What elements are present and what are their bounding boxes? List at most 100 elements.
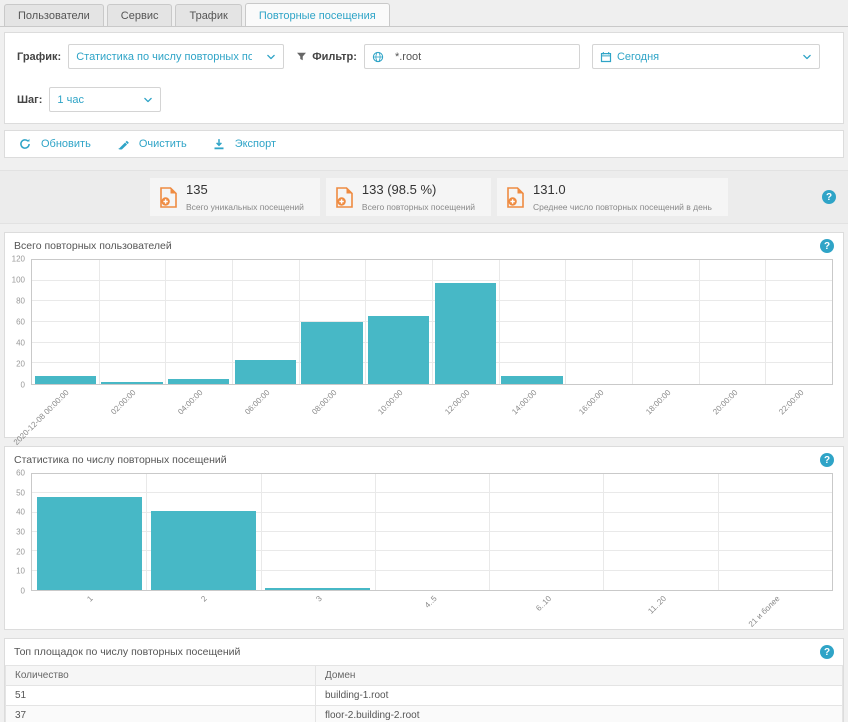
table-title: Топ площадок по числу повторных посещени…	[14, 646, 240, 658]
x-axis-label: 16:00:00	[577, 388, 605, 416]
kpi-label: Среднее число повторных посещений в день	[533, 202, 712, 212]
x-axis-label: 20:00:00	[711, 388, 739, 416]
tab-repeat-visits[interactable]: Повторные посещения	[245, 3, 390, 26]
kpi-card: 133 (98.5 %) Всего повторных посещений	[326, 178, 491, 216]
bar-3[interactable]	[235, 360, 296, 384]
y-axis-tick: 100	[12, 276, 25, 285]
x-axis-label: 21 и более	[747, 594, 782, 629]
y-axis-tick: 80	[16, 297, 25, 306]
clear-label: Очистить	[139, 138, 187, 150]
y-axis-tick: 20	[16, 360, 25, 369]
table-cell: 37	[6, 706, 316, 722]
filter-label: Фильтр:	[312, 51, 357, 63]
x-axis-label: 08:00:00	[310, 388, 338, 416]
y-axis-tick: 30	[16, 528, 25, 537]
x-axis-label: 04:00:00	[176, 388, 204, 416]
date-range-value: Сегодня	[617, 51, 659, 63]
help-icon[interactable]: ?	[820, 645, 834, 659]
help-icon[interactable]: ?	[820, 239, 834, 253]
download-icon	[213, 138, 225, 150]
table-cell: 51	[6, 686, 316, 706]
table-header-cell: Домен	[316, 666, 843, 686]
kpi-cards: 135 Всего уникальных посещений 133 (98.5 %…	[150, 178, 728, 216]
kpi-strip: 135 Всего уникальных посещений 133 (98.5 %…	[0, 170, 848, 224]
file-plus-icon	[336, 187, 353, 208]
bar-7[interactable]	[501, 376, 562, 384]
bar-0[interactable]	[35, 376, 96, 384]
filter-input[interactable]	[395, 51, 572, 63]
step-select-value: 1 час	[57, 94, 84, 106]
y-axis-tick: 40	[16, 339, 25, 348]
kpi-label: Всего уникальных посещений	[186, 202, 304, 212]
bar-1[interactable]	[101, 382, 162, 384]
bar-0[interactable]	[37, 497, 142, 590]
x-axis-label: 12:00:00	[443, 388, 471, 416]
x-axis-label: 14:00:00	[510, 388, 538, 416]
chart-panel-repeat-users: Всего повторных пользователей ? 02040608…	[4, 232, 844, 438]
x-axis-label: 2	[200, 594, 210, 604]
tab-users[interactable]: Пользователи	[4, 4, 104, 26]
x-axis-label: 22:00:00	[778, 388, 806, 416]
y-axis-tick: 50	[16, 488, 25, 497]
y-axis: 020406080100120	[7, 259, 28, 385]
y-axis-tick: 60	[16, 318, 25, 327]
date-range-select[interactable]: Сегодня	[592, 44, 820, 69]
file-plus-icon	[160, 187, 177, 208]
graph-type-select[interactable]: Статистика по числу повторных посещений	[68, 44, 284, 69]
chart-panel-repeat-visit-stats: Статистика по числу повторных посещений …	[4, 446, 844, 630]
refresh-label: Обновить	[41, 138, 91, 150]
filter-funnel-icon	[296, 51, 307, 62]
x-axis: 2020-12-08 00:00:0002:00:0004:00:0006:00…	[31, 385, 833, 435]
step-select[interactable]: 1 час	[49, 87, 161, 112]
help-icon[interactable]: ?	[820, 453, 834, 467]
chevron-down-icon	[143, 95, 153, 105]
x-axis-label: 6..10	[534, 594, 553, 613]
x-axis-label: 10:00:00	[377, 388, 405, 416]
bar-5[interactable]	[368, 316, 429, 384]
top-domains-table: КоличествоДомен 51building-1.root37floor…	[5, 665, 843, 722]
x-axis-label: 2020-12-08 00:00:00	[12, 388, 71, 447]
bar-chart: 0102030405060 1234..56..1011..2021 и бол…	[7, 473, 833, 627]
clear-button[interactable]: Очистить	[117, 138, 187, 150]
table-header-cell: Количество	[6, 666, 316, 686]
x-axis-label: 11..20	[646, 594, 668, 616]
top-domains-panel: Топ площадок по числу повторных посещени…	[4, 638, 844, 722]
export-label: Экспорт	[235, 138, 276, 150]
tab-traffic[interactable]: Трафик	[175, 4, 241, 26]
plot-area	[31, 473, 833, 591]
tab-service[interactable]: Сервис	[107, 4, 173, 26]
refresh-button[interactable]: Обновить	[19, 138, 91, 150]
y-axis-tick: 40	[16, 508, 25, 517]
x-axis-label: 02:00:00	[109, 388, 137, 416]
bar-2[interactable]	[168, 379, 229, 384]
kpi-value: 133 (98.5 %)	[362, 182, 475, 197]
y-axis-tick: 60	[16, 469, 25, 478]
y-axis-tick: 120	[12, 255, 25, 264]
x-axis-label: 4..5	[423, 594, 439, 610]
table-row: 37floor-2.building-2.root	[6, 706, 843, 722]
kpi-value: 135	[186, 182, 304, 197]
bar-chart: 020406080100120 2020-12-08 00:00:0002:00…	[7, 259, 833, 435]
graph-label: График:	[17, 51, 61, 63]
bar-4[interactable]	[301, 322, 362, 384]
kpi-card: 131.0 Среднее число повторных посещений в…	[497, 178, 728, 216]
kpi-value: 131.0	[533, 182, 712, 197]
help-icon[interactable]: ?	[822, 190, 836, 204]
tab-bar: ПользователиСервисТрафикПовторные посеще…	[0, 0, 848, 27]
x-axis-label: 06:00:00	[243, 388, 271, 416]
bar-6[interactable]	[435, 283, 496, 384]
table-header-row: КоличествоДомен	[6, 666, 843, 686]
x-axis-label: 18:00:00	[644, 388, 672, 416]
x-axis-label: 3	[314, 594, 324, 604]
actions-bar: Обновить Очистить Экспорт	[4, 130, 844, 158]
chart-title: Статистика по числу повторных посещений	[14, 454, 227, 466]
x-axis-label: 1	[85, 594, 95, 604]
bar-1[interactable]	[151, 511, 256, 590]
export-button[interactable]: Экспорт	[213, 138, 276, 150]
chart-title: Всего повторных пользователей	[14, 240, 172, 252]
chevron-down-icon	[266, 52, 276, 62]
y-axis-tick: 20	[16, 547, 25, 556]
kpi-label: Всего повторных посещений	[362, 202, 475, 212]
bar-2[interactable]	[265, 588, 370, 590]
file-plus-icon	[507, 187, 524, 208]
